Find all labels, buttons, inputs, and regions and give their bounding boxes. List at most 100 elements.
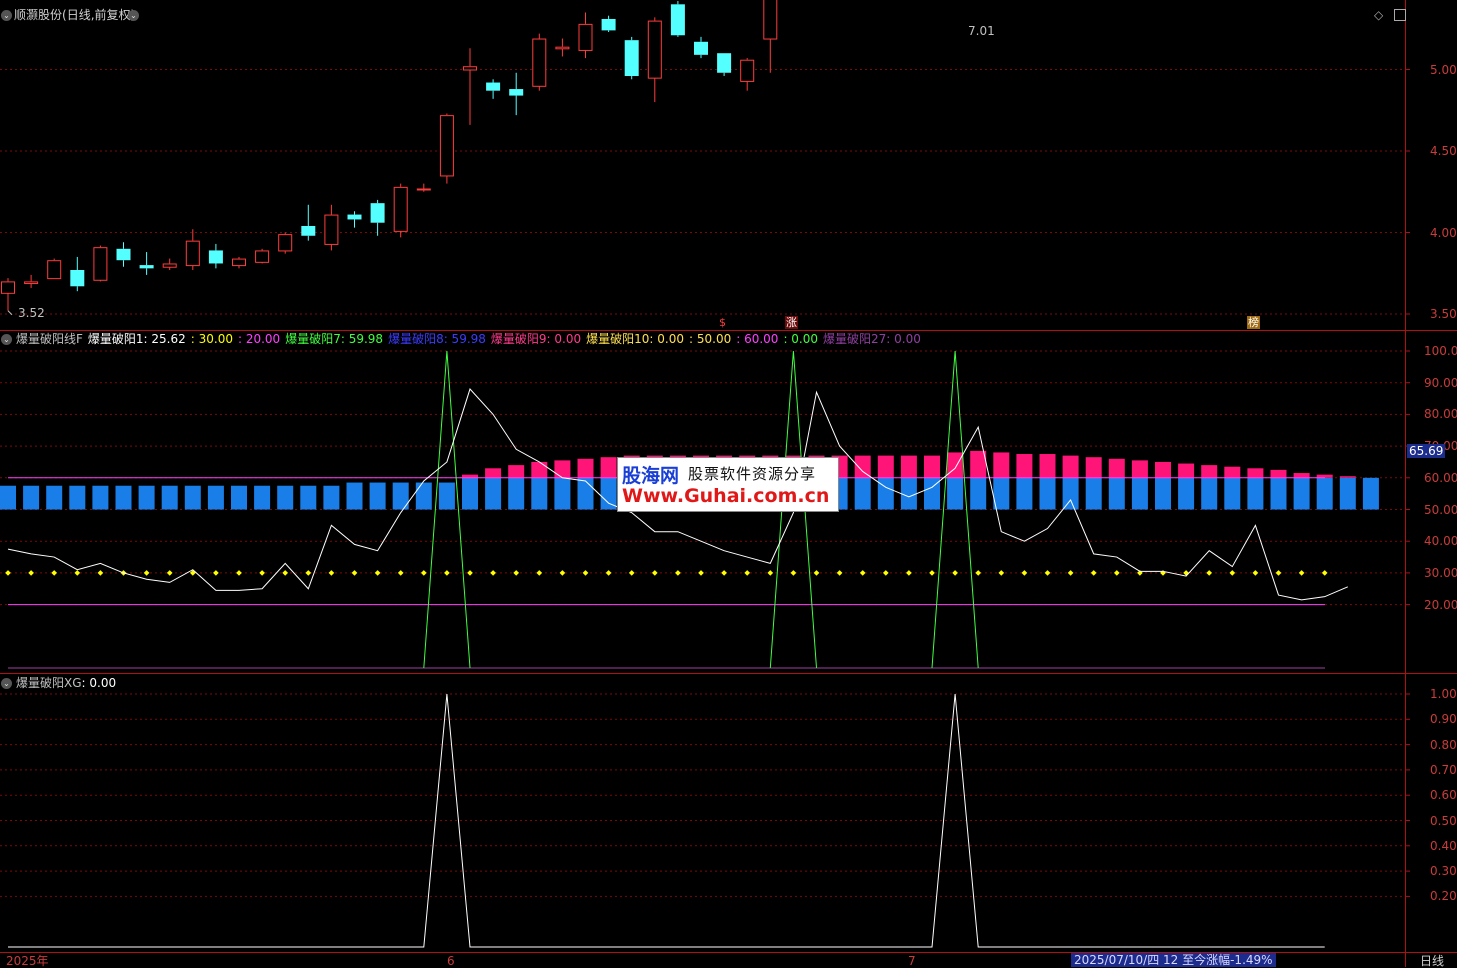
indicator-bar-pink [508, 465, 525, 478]
indicator-bar-pink [1224, 466, 1241, 478]
indicator-yellow-dot [1206, 570, 1213, 576]
indicator-bar-pink [1016, 454, 1033, 478]
indicator-bar-pink [924, 455, 940, 478]
indicator-header-item: 爆量破阳1: 25.62 [87, 332, 186, 346]
indicator-yellow-dot [698, 570, 704, 576]
indicator-yellow-dot [5, 570, 11, 576]
indicator-bar-blue [23, 485, 40, 510]
xg-axis-label: 0.40 [1430, 838, 1457, 853]
indicator-bar-blue [531, 477, 548, 510]
xg-axis-label: 0.30 [1430, 864, 1457, 879]
indicator-bar-blue [462, 477, 478, 510]
indicator-bar-pink [1247, 468, 1264, 478]
indicator-bar-pink [1155, 461, 1171, 478]
candle-body [278, 234, 293, 252]
candle-body [70, 269, 85, 287]
dropdown-icon[interactable]: ⌄ [128, 10, 139, 21]
indicator-yellow-dot [28, 570, 34, 576]
indicator-bar-blue [1339, 477, 1356, 510]
indicator-yellow-dot [1229, 570, 1236, 576]
candle-body [47, 260, 62, 280]
indicator-yellow-dot [952, 570, 958, 576]
indicator-collapse-icon[interactable]: ⌄ [1, 334, 12, 345]
event-marker-zhang[interactable]: 涨 [785, 316, 798, 329]
indicator-axis-label: 80.00 [1424, 407, 1457, 422]
indicator-yellow-dot [282, 570, 289, 576]
current-value-tag: 65.69 [1407, 444, 1446, 458]
candle-body [509, 89, 524, 96]
event-marker-dollar[interactable]: $ [718, 316, 727, 329]
candle-body [185, 240, 200, 267]
price-axis-label: 3.50 [1430, 307, 1457, 321]
indicator-header-item: 爆量破阳7: 59.98 [285, 332, 384, 346]
time-axis-year: 2025年 [6, 954, 49, 968]
indicator-axis-label: 100.0 [1424, 344, 1457, 358]
indicator-bar-blue [485, 477, 502, 510]
indicator-bar-pink [1178, 463, 1195, 478]
indicator-header-item: 爆量破阳9: 0.00 [490, 332, 582, 346]
indicator-yellow-dot [721, 570, 727, 576]
indicator-yellow-dot [374, 570, 381, 576]
indicator-bar-blue [207, 485, 224, 510]
indicator-yellow-dot [1113, 570, 1120, 576]
candle-body [232, 258, 246, 267]
time-axis-month-6: 6 [447, 954, 455, 968]
indicator-bar-blue [1108, 477, 1125, 510]
indicator-bar-blue [1062, 477, 1079, 510]
indicator-bar-blue [1201, 477, 1218, 510]
indicator-yellow-dot [444, 570, 450, 576]
price-axis-label: 5.00 [1430, 62, 1457, 77]
indicator-bar-pink [600, 457, 617, 478]
indicator-yellow-dot [259, 570, 265, 576]
indicator-axis-label: 40.00 [1424, 534, 1457, 549]
indicator-yellow-dot [605, 570, 612, 576]
indicator-header-item: 爆量破阳10: 0.00 [586, 332, 684, 346]
indicator-yellow-dot [1321, 570, 1328, 576]
indicator-bar-blue [1178, 477, 1195, 510]
candle-body [463, 66, 477, 71]
xg-axis-label: 0.50 [1430, 813, 1457, 828]
indicator-bar-blue [1247, 477, 1264, 510]
indicator-bar-blue [92, 485, 109, 510]
candle-body [439, 115, 454, 177]
period-label[interactable]: 日线 [1420, 954, 1444, 968]
indicator-yellow-dot [628, 570, 635, 576]
indicator-yellow-dot [836, 570, 843, 576]
indicator-bar-blue [554, 477, 571, 510]
indicator-yellow-dot [490, 570, 496, 576]
indicator-yellow-dot [213, 570, 219, 576]
indicator-yellow-dot [582, 570, 589, 576]
indicator-yellow-dot [74, 570, 81, 576]
indicator-bar-pink [531, 461, 548, 478]
xg-axis-label: 0.80 [1430, 737, 1457, 752]
candle-body [208, 250, 223, 264]
indicator-header-item: 爆量破阳线F [16, 332, 83, 346]
indicator-bar-pink [554, 460, 571, 478]
diamond-icon[interactable]: ◇ [1374, 8, 1383, 22]
xg-collapse-icon[interactable]: ⌄ [1, 678, 12, 689]
indicator-bar-blue [1016, 477, 1033, 510]
indicator-yellow-dot [97, 570, 104, 576]
candle-body [578, 23, 593, 51]
indicator-bar-blue [0, 485, 16, 510]
indicator-bar-blue [1362, 477, 1379, 510]
indicator-yellow-dot [651, 570, 658, 576]
candle-body [116, 248, 131, 261]
indicator-header-item: : 30.00 [190, 332, 233, 346]
event-marker-bang[interactable]: 榜 [1247, 316, 1260, 329]
indicator-bar-pink [1039, 454, 1056, 478]
indicator-yellow-dot [929, 570, 935, 576]
indicator-axis-label: 20.00 [1424, 597, 1457, 612]
indicator-yellow-dot [559, 570, 566, 576]
indicator-bar-pink [947, 452, 964, 478]
indicator-bar-pink [485, 468, 502, 478]
indicator-bar-pink [1201, 465, 1218, 478]
indicator-bar-blue [1316, 477, 1333, 510]
indicator-yellow-dot [513, 570, 520, 576]
candle-body [694, 41, 708, 55]
window-icon[interactable] [1394, 9, 1406, 21]
indicator-bar-blue [231, 485, 247, 510]
indicator-yellow-dot [536, 570, 543, 576]
indicator-header-item: 爆量破阳27: 0.00 [823, 332, 921, 346]
collapse-icon[interactable]: ⌄ [1, 10, 12, 21]
